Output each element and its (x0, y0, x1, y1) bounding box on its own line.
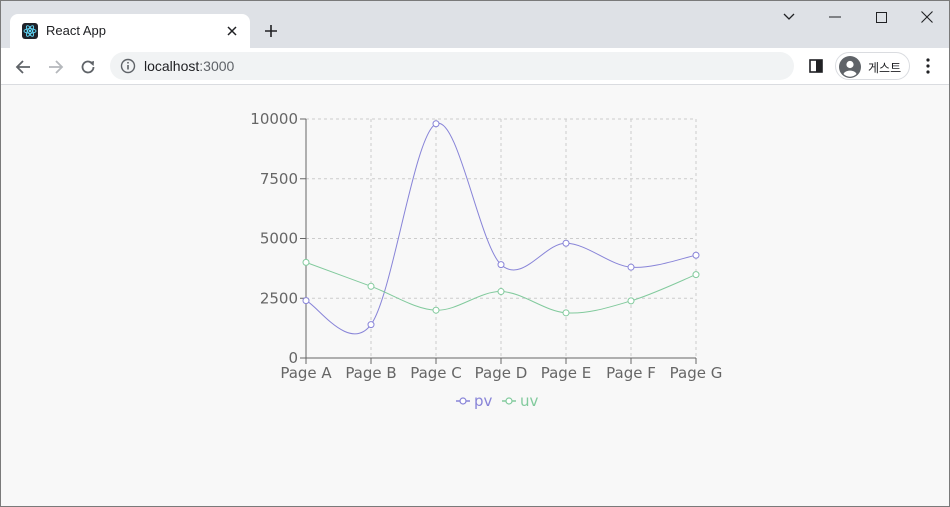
reload-icon[interactable] (74, 53, 102, 81)
address-bar[interactable]: localhost:3000 (110, 52, 794, 80)
data-point-uv (432, 306, 440, 314)
side-panel-icon[interactable] (805, 55, 827, 77)
tab-bar: React App (1, 1, 949, 48)
x-tick-label: Page F (606, 364, 656, 382)
arrow-right-icon[interactable] (42, 53, 70, 81)
profile-button[interactable]: 게스트 (835, 52, 910, 80)
x-tick-label: Page G (670, 364, 723, 382)
data-point-uv (497, 288, 505, 296)
data-point-pv (692, 251, 700, 259)
legend-label-uv: uv (520, 392, 539, 410)
x-tick-label: Page C (410, 364, 462, 382)
info-icon[interactable] (120, 58, 136, 74)
plus-icon[interactable] (259, 19, 283, 43)
y-tick-label: 7500 (260, 170, 298, 188)
minimize-icon[interactable] (812, 1, 858, 33)
data-point-uv (562, 309, 570, 317)
y-tick-label: 5000 (260, 230, 298, 248)
y-tick-label: 2500 (260, 289, 298, 307)
browser-window: React App localhost:3000 게스트 0 2500 5000… (0, 0, 950, 507)
data-point-uv (367, 282, 375, 290)
data-point-pv (367, 321, 375, 329)
x-tick-label: Page A (280, 364, 332, 382)
x-tick-label: Page B (345, 364, 396, 382)
url-text: localhost:3000 (144, 58, 234, 74)
legend-marker-dot (459, 397, 467, 405)
tab-title: React App (46, 23, 106, 38)
line-chart: 0 2500 5000 7500 10000 Page A Page B Page C Page… (1, 86, 949, 506)
window-close-icon[interactable] (904, 1, 949, 33)
avatar (839, 56, 861, 78)
react-logo-icon (22, 23, 38, 39)
data-point-uv (302, 258, 310, 266)
data-point-pv (302, 297, 310, 305)
close-icon[interactable] (222, 21, 242, 41)
tab-react-app[interactable]: React App (10, 14, 250, 48)
data-point-pv (432, 120, 440, 128)
y-tick-label: 10000 (250, 110, 298, 128)
arrow-left-icon[interactable] (9, 53, 37, 81)
data-point-uv (627, 297, 635, 305)
x-tick-label: Page E (541, 364, 592, 382)
data-point-uv (692, 271, 700, 279)
maximize-icon[interactable] (858, 1, 904, 33)
legend-label-pv: pv (474, 392, 493, 410)
page-content: 0 2500 5000 7500 10000 Page A Page B Page C Page… (1, 86, 949, 506)
data-point-pv (562, 239, 570, 247)
kebab-menu-icon[interactable] (917, 55, 939, 77)
data-point-pv (627, 263, 635, 271)
x-tick-label: Page D (475, 364, 528, 382)
legend-marker-dot (505, 397, 513, 405)
chart-svg: 025005000750010000Page A Page B Page C Page… (250, 110, 723, 410)
browser-toolbar: localhost:3000 게스트 (1, 48, 949, 85)
url-port: :3000 (199, 58, 235, 74)
data-point-pv (497, 261, 505, 269)
profile-name: 게스트 (868, 61, 902, 75)
chevron-down-icon[interactable] (766, 1, 812, 33)
url-host: localhost (144, 58, 200, 74)
